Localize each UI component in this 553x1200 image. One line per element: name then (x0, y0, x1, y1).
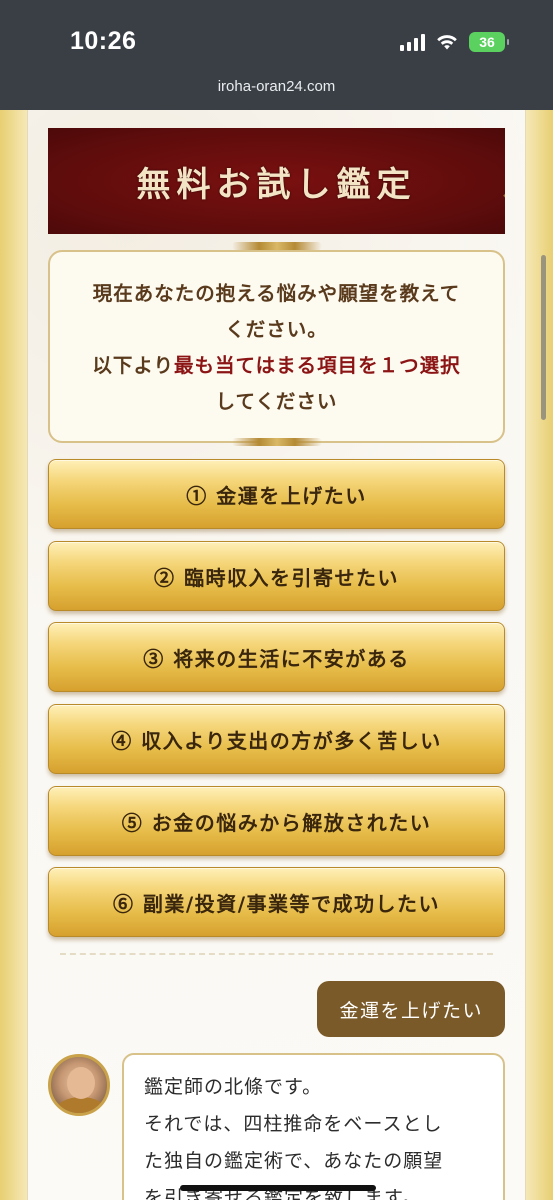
question-box: 現在あなたの抱える悩みや願望を教えて ください。 以下より最も当てはまる項目を１… (48, 250, 505, 443)
scrollbar[interactable] (541, 255, 546, 420)
question-highlight: 最も当てはまる項目を１つ選択 (174, 354, 461, 377)
bot-message-bubble: 鑑定師の北條です。 それでは、四柱推命をベースとし た独自の鑑定術で、あなたの願… (122, 1053, 505, 1200)
question-line: してください (215, 390, 338, 413)
gold-swirl-decoration (405, 174, 505, 234)
home-indicator[interactable] (180, 1185, 376, 1191)
status-icons: 36 (400, 32, 509, 52)
battery-icon: 36 (469, 32, 509, 52)
url-bar[interactable]: iroha-oran24.com (0, 78, 553, 95)
option-button-1[interactable]: ① 金運を上げたい (48, 459, 505, 529)
status-time: 10:26 (70, 27, 137, 55)
browser-top-bar: 10:26 36 iroha-oran24.com (0, 0, 553, 110)
fortune-teller-avatar (48, 1054, 110, 1116)
question-line: 現在あなたの抱える悩みや願望を教えて (92, 282, 461, 305)
gold-ornament-bar (232, 242, 322, 250)
user-reply-bubble: 金運を上げたい (317, 981, 505, 1037)
option-button-4[interactable]: ④ 収入より支出の方が多く苦しい (48, 704, 505, 774)
banner-title: 無料お試し鑑定 (136, 164, 417, 205)
question-line: ください。 (225, 318, 328, 341)
banner: 無料お試し鑑定 (48, 128, 505, 234)
gold-ornament-bar (232, 438, 322, 446)
option-button-2[interactable]: ② 臨時収入を引寄せたい (48, 541, 505, 611)
bot-message-line: た独自の鑑定術で、あなたの願望 (144, 1150, 444, 1172)
option-button-5[interactable]: ⑤ お金の悩みから解放されたい (48, 786, 505, 856)
question-line: 以下より最も当てはまる項目を１つ選択 (50, 348, 503, 384)
bot-message-line: それでは、四柱推命をベースとし (144, 1113, 443, 1135)
bot-message-line: 鑑定師の北條です。 (144, 1076, 323, 1098)
question-text: 以下より (92, 354, 174, 377)
option-button-3[interactable]: ③ 将来の生活に不安がある (48, 622, 505, 692)
gold-swirl-decoration (48, 128, 148, 198)
divider (60, 953, 493, 955)
option-button-6[interactable]: ⑥ 副業/投資/事業等で成功したい (48, 867, 505, 937)
wifi-icon (437, 35, 457, 50)
cellular-signal-icon (400, 33, 425, 51)
